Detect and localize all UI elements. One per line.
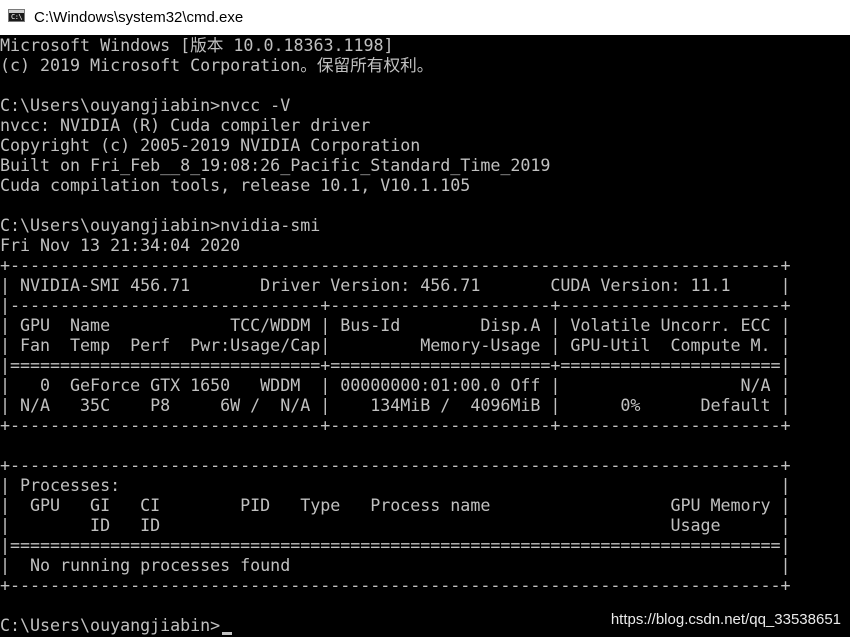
console-line: +---------------------------------------… bbox=[0, 255, 791, 275]
console-line: nvcc: NVIDIA (R) Cuda compiler driver bbox=[0, 115, 371, 135]
console-line: C:\Users\ouyangjiabin>nvcc -V bbox=[0, 95, 291, 115]
console-line: Cuda compilation tools, release 10.1, V1… bbox=[0, 175, 471, 195]
console-line: +---------------------------------------… bbox=[0, 575, 791, 595]
console-line: | GPU Name TCC/WDDM | Bus-Id Disp.A | Vo… bbox=[0, 315, 791, 335]
cmd-icon-glyph: C:\ bbox=[11, 13, 23, 21]
watermark: https://blog.csdn.net/qq_33538651 bbox=[610, 611, 841, 628]
title-bar[interactable]: C:\ C:\Windows\system32\cmd.exe bbox=[0, 0, 850, 35]
window-title: C:\Windows\system32\cmd.exe bbox=[34, 9, 244, 26]
console-line: Fri Nov 13 21:34:04 2020 bbox=[0, 235, 241, 255]
console-line: Built on Fri_Feb__8_19:08:26_Pacific_Sta… bbox=[0, 155, 551, 175]
console-line: |=======================================… bbox=[0, 535, 791, 555]
text-cursor bbox=[222, 632, 233, 635]
console-line: | NVIDIA-SMI 456.71 Driver Version: 456.… bbox=[0, 275, 791, 295]
console-line: +-------------------------------+-------… bbox=[0, 415, 791, 435]
console-line: | No running processes found | bbox=[0, 555, 791, 575]
console-line: |===============================+=======… bbox=[0, 355, 791, 375]
console-line: | 0 GeForce GTX 1650 WDDM | 00000000:01:… bbox=[0, 375, 791, 395]
console-line: (c) 2019 Microsoft Corporation。保留所有权利。 bbox=[0, 55, 434, 75]
console-line: | Processes: | bbox=[0, 475, 791, 495]
console-line: +---------------------------------------… bbox=[0, 455, 791, 475]
console-line: C:\Users\ouyangjiabin>nvidia-smi bbox=[0, 215, 321, 235]
console-line: | N/A 35C P8 6W / N/A | 134MiB / 4096MiB… bbox=[0, 395, 791, 415]
console-line: Copyright (c) 2005-2019 NVIDIA Corporati… bbox=[0, 135, 421, 155]
command-prompt: C:\Users\ouyangjiabin> bbox=[0, 615, 221, 635]
cmd-icon[interactable]: C:\ bbox=[8, 9, 25, 22]
cmd-window: C:\ C:\Windows\system32\cmd.exe Microsof… bbox=[0, 0, 850, 637]
console-line: Microsoft Windows [版本 10.0.18363.1198] bbox=[0, 35, 394, 55]
console-line: | ID ID Usage | bbox=[0, 515, 791, 535]
console-output[interactable]: Microsoft Windows [版本 10.0.18363.1198] (… bbox=[0, 35, 850, 637]
console-line: | GPU GI CI PID Type Process name GPU Me… bbox=[0, 495, 791, 515]
console-line: |-------------------------------+-------… bbox=[0, 295, 791, 315]
console-line: | Fan Temp Perf Pwr:Usage/Cap| Memory-Us… bbox=[0, 335, 791, 355]
